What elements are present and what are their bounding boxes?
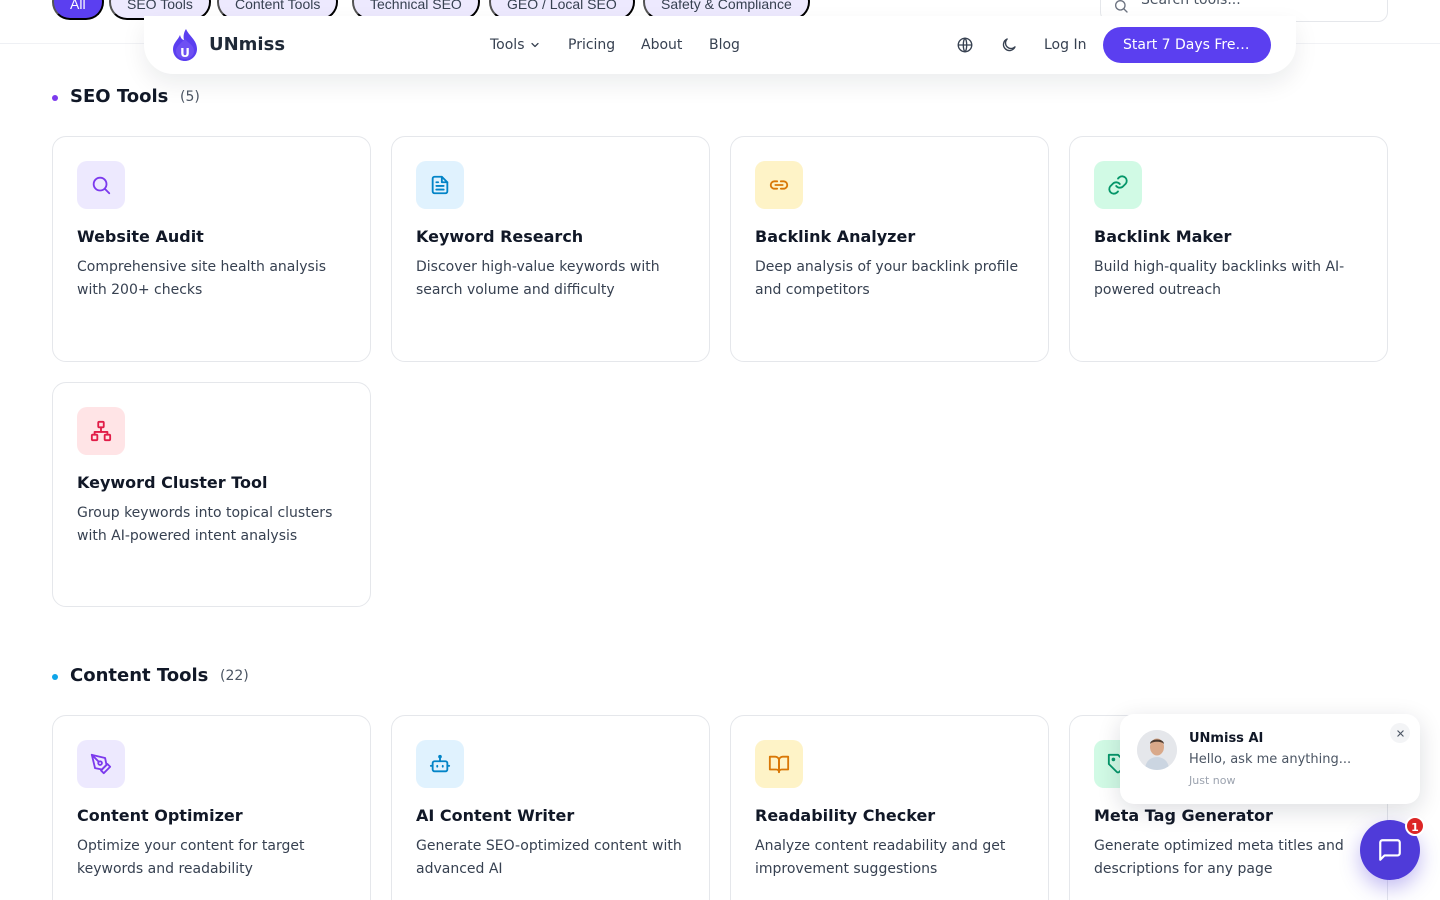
- section-dot: [52, 674, 58, 680]
- card-icon-badge: [416, 161, 464, 209]
- document-icon: [431, 175, 449, 195]
- brand-name[interactable]: UNmiss: [209, 34, 285, 55]
- card-description: Generate optimized meta titles and descr…: [1094, 838, 1344, 877]
- card-description: Comprehensive site health analysis with …: [77, 259, 327, 298]
- start-free-trial-button[interactable]: Start 7 Days Free Trial: [1103, 27, 1271, 63]
- section-count: (22): [220, 668, 249, 684]
- search-icon: [1115, 0, 1128, 13]
- section-title: SEO Tools: [70, 86, 169, 107]
- nav-tools-label: Tools: [490, 37, 525, 53]
- nav-about-link[interactable]: About: [641, 37, 682, 53]
- chat-message-preview: Hello, ask me anything...: [1189, 752, 1352, 767]
- card-description: Optimize your content for target keyword…: [77, 838, 305, 877]
- card-icon-badge: [416, 740, 464, 788]
- card-icon-badge: [77, 161, 125, 209]
- tool-card-backlink-maker[interactable]: Backlink Maker Build high-quality backli…: [1069, 136, 1388, 362]
- chain-link-icon: [1108, 175, 1128, 195]
- chevron-down-icon: [530, 42, 539, 48]
- nav-pricing-link[interactable]: Pricing: [568, 37, 615, 53]
- card-description: Build high-quality backlinks with AI-pow…: [1094, 259, 1345, 298]
- globe-icon[interactable]: [956, 36, 974, 54]
- close-icon: [1396, 729, 1404, 737]
- card-description: Group keywords into topical clusters wit…: [77, 505, 333, 544]
- chat-bubble-icon: [1379, 839, 1401, 861]
- tool-card-content-optimizer[interactable]: Content Optimizer Optimize your content …: [52, 715, 371, 900]
- tool-card-backlink-analyzer[interactable]: Backlink Analyzer Deep analysis of your …: [730, 136, 1049, 362]
- chat-timestamp: Just now: [1189, 774, 1236, 787]
- robot-icon: [429, 754, 451, 773]
- card-icon-badge: [1094, 161, 1142, 209]
- card-title: Meta Tag Generator: [1094, 806, 1273, 825]
- network-icon: [90, 420, 112, 442]
- moon-icon[interactable]: [1000, 36, 1018, 54]
- pen-tool-icon: [90, 753, 112, 775]
- card-title: Backlink Analyzer: [755, 227, 916, 246]
- login-link[interactable]: Log In: [1044, 37, 1086, 53]
- tool-card-keyword-research[interactable]: Keyword Research Discover high-value key…: [391, 136, 710, 362]
- card-title: Website Audit: [77, 227, 204, 246]
- card-title: Content Optimizer: [77, 806, 243, 825]
- card-icon-badge: [77, 740, 125, 788]
- tool-card-readability-checker[interactable]: Readability Checker Analyze content read…: [730, 715, 1049, 900]
- search-input[interactable]: [1141, 0, 1371, 8]
- book-open-icon: [768, 755, 790, 774]
- card-description: Discover high-value keywords with search…: [416, 259, 660, 298]
- main-navbar: U UNmiss Tools Pricing About Blog Log In…: [144, 16, 1296, 74]
- assistant-avatar-image: [1137, 730, 1177, 770]
- nav-blog-link[interactable]: Blog: [709, 37, 740, 53]
- nav-tools-dropdown[interactable]: Tools: [490, 37, 541, 53]
- card-title: Backlink Maker: [1094, 227, 1232, 246]
- link-icon: [769, 180, 789, 190]
- filter-chip-all[interactable]: All: [52, 0, 104, 20]
- close-chat-preview-button[interactable]: [1390, 723, 1410, 743]
- unread-count-badge: 1: [1405, 816, 1425, 836]
- card-description: Generate SEO-optimized content with adva…: [416, 838, 682, 877]
- tool-card-keyword-cluster-tool[interactable]: Keyword Cluster Tool Group keywords into…: [52, 382, 371, 607]
- tool-card-ai-content-writer[interactable]: AI Content Writer Generate SEO-optimized…: [391, 715, 710, 900]
- card-title: Readability Checker: [755, 806, 936, 825]
- chat-assistant-name: UNmiss AI: [1189, 731, 1264, 746]
- chat-preview-popup[interactable]: UNmiss AI Hello, ask me anything... Just…: [1120, 714, 1420, 804]
- section-dot: [52, 95, 58, 101]
- card-icon-badge: [755, 161, 803, 209]
- card-description: Deep analysis of your backlink profile a…: [755, 259, 1019, 298]
- avatar: [1137, 730, 1177, 770]
- svg-text:U: U: [180, 46, 190, 60]
- card-description: Analyze content readability and get impr…: [755, 838, 1006, 877]
- card-title: AI Content Writer: [416, 806, 575, 825]
- section-count: (5): [180, 89, 200, 105]
- card-title: Keyword Cluster Tool: [77, 473, 268, 492]
- card-title: Keyword Research: [416, 227, 584, 246]
- card-icon-badge: [77, 407, 125, 455]
- unmiss-logo[interactable]: U: [170, 28, 200, 62]
- search-icon: [92, 176, 111, 195]
- tool-card-website-audit[interactable]: Website Audit Comprehensive site health …: [52, 136, 371, 362]
- card-icon-badge: [755, 740, 803, 788]
- section-title: Content Tools: [70, 665, 209, 686]
